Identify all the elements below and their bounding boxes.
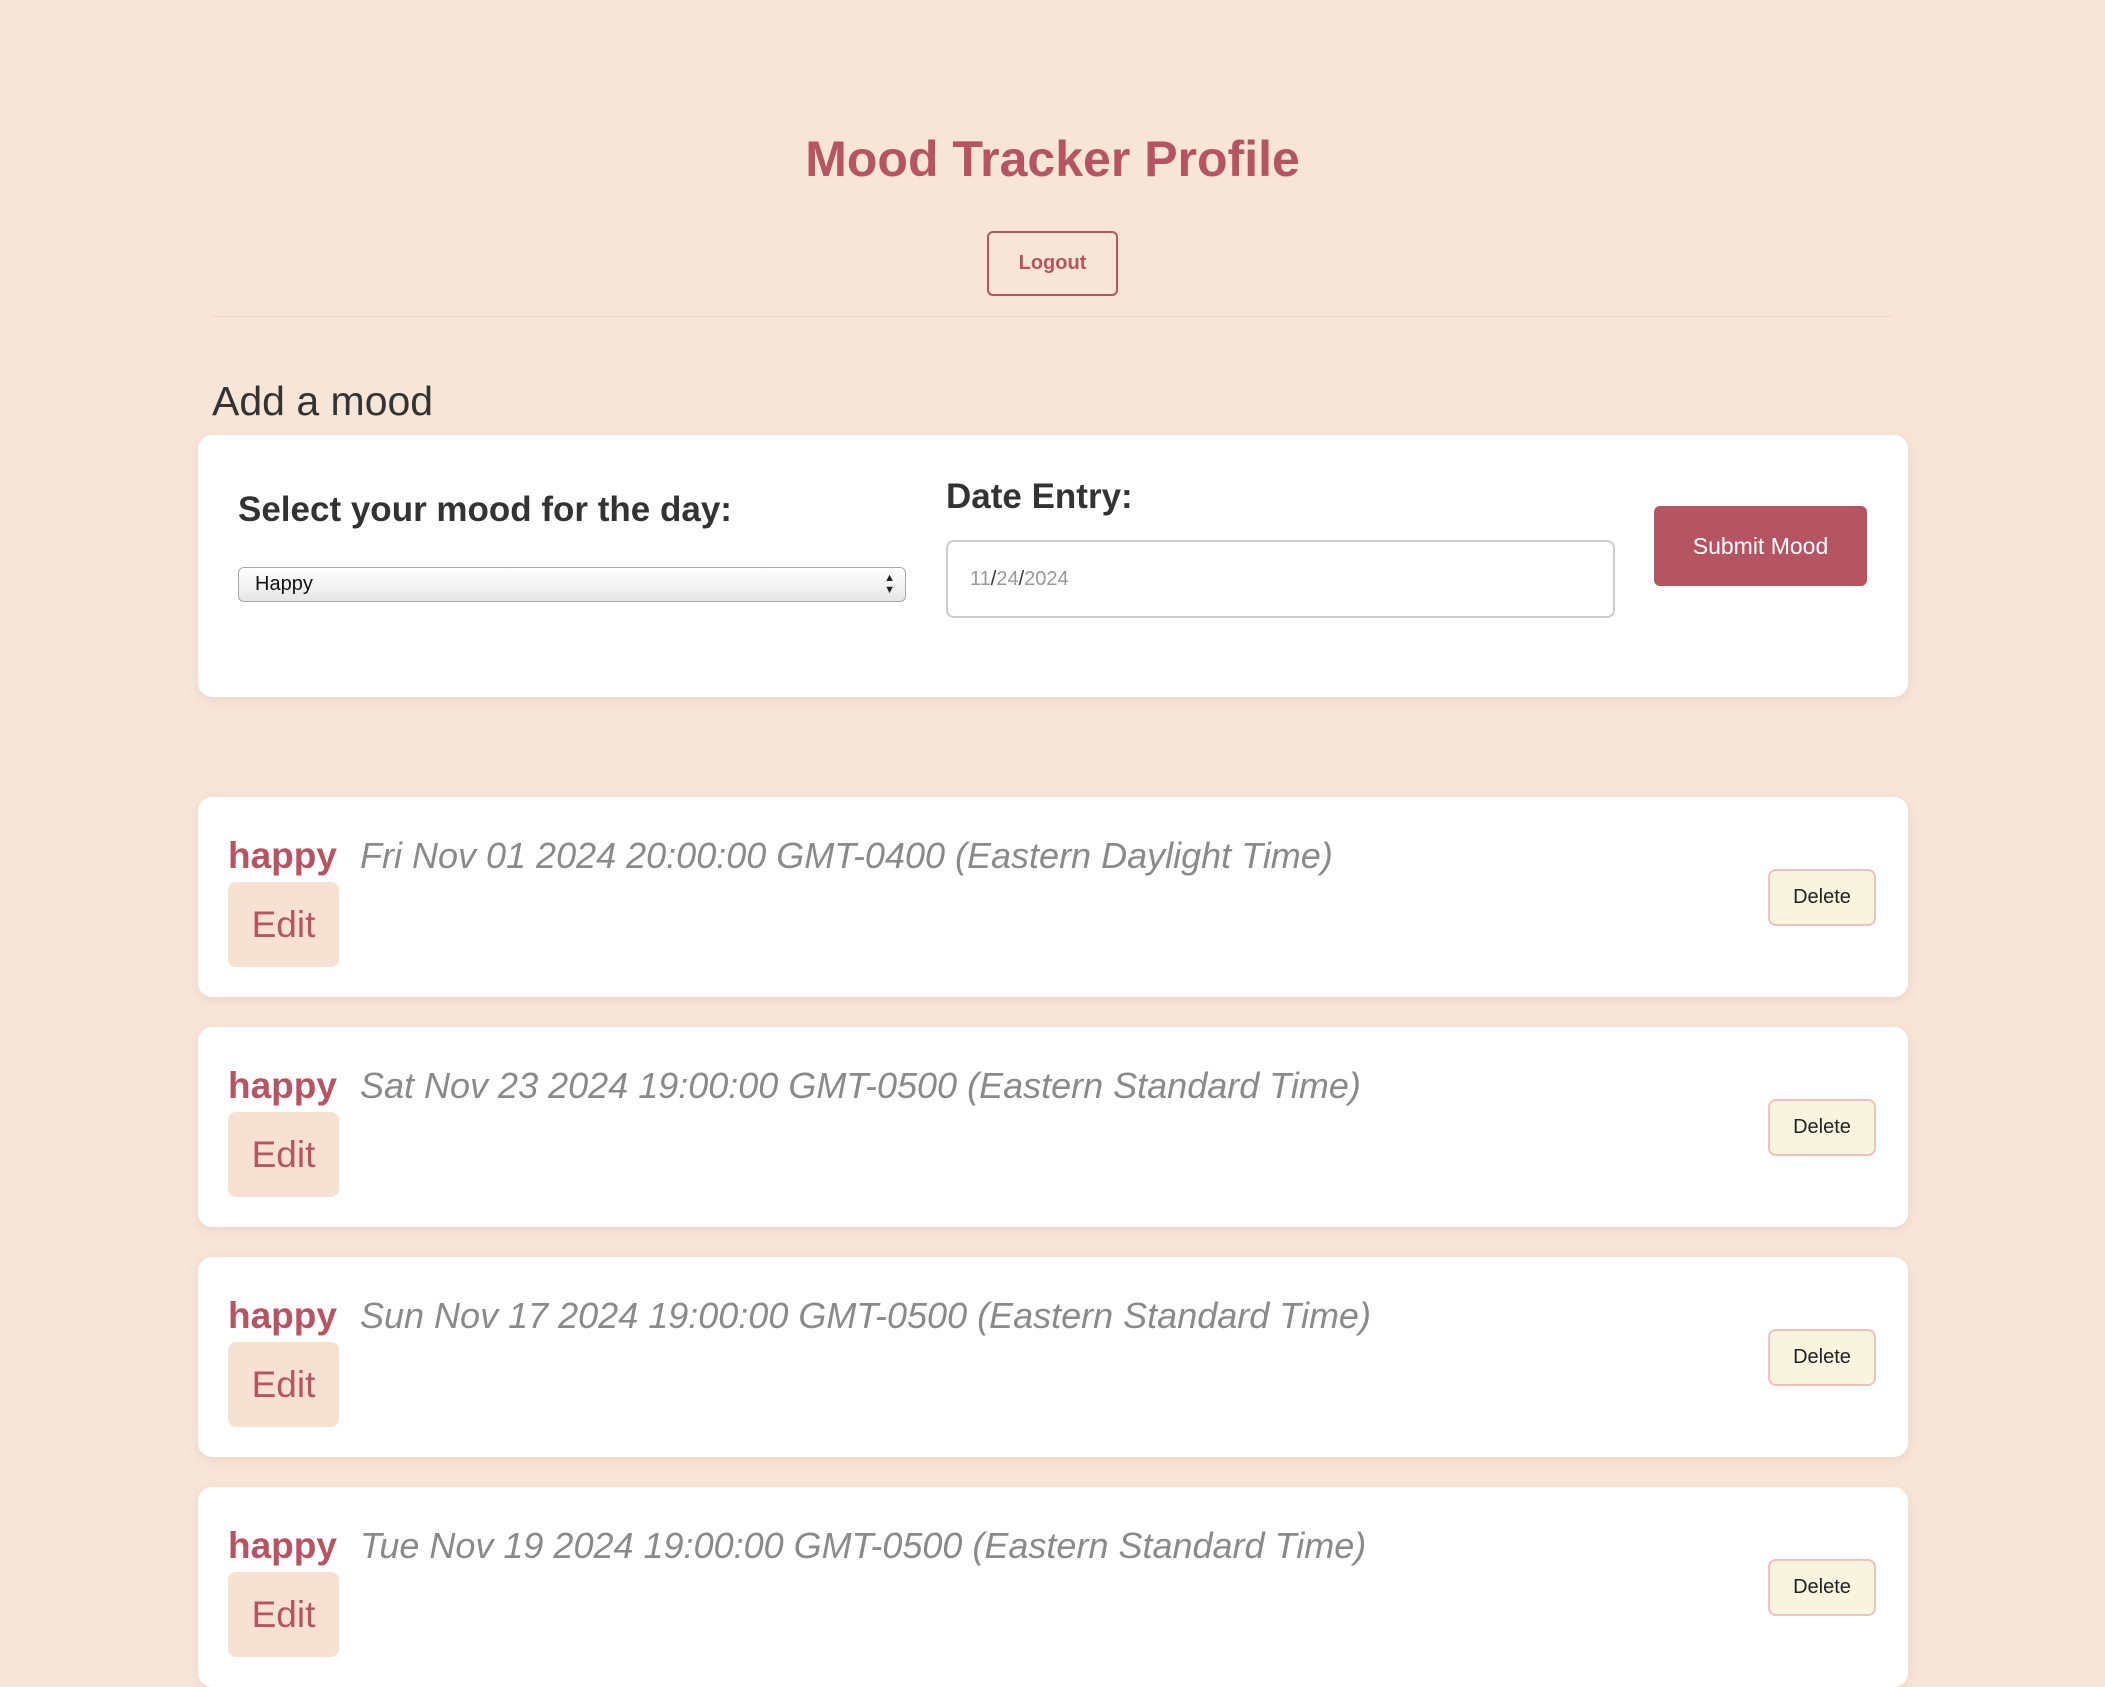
entry-date: Fri Nov 01 2024 20:00:00 GMT-0400 (Easte…: [360, 835, 1333, 876]
page-title: Mood Tracker Profile: [805, 131, 1300, 187]
mood-select[interactable]: Happy ▲ ▼: [238, 567, 906, 602]
mood-select-value: Happy: [255, 573, 313, 595]
edit-button[interactable]: Edit: [228, 1342, 339, 1427]
mood-entry: happy Sun Nov 17 2024 19:00:00 GMT-0500 …: [198, 1257, 1908, 1457]
date-day[interactable]: 24: [996, 568, 1018, 590]
add-mood-form: Select your mood for the day: Happy ▲ ▼ D…: [198, 435, 1908, 697]
edit-button[interactable]: Edit: [228, 1112, 339, 1197]
date-entry-input[interactable]: 11/24/2024: [946, 540, 1615, 618]
header-divider: [212, 316, 1892, 317]
logout-button[interactable]: Logout: [987, 231, 1118, 296]
entry-mood: happy: [228, 1295, 337, 1336]
edit-button[interactable]: Edit: [228, 882, 339, 967]
updown-arrows-icon: ▲ ▼: [884, 572, 895, 596]
date-month[interactable]: 11: [970, 568, 991, 590]
delete-button[interactable]: Delete: [1768, 869, 1876, 926]
delete-button[interactable]: Delete: [1768, 1559, 1876, 1616]
delete-button[interactable]: Delete: [1768, 1099, 1876, 1156]
date-entry-label: Date Entry:: [946, 477, 1133, 516]
entry-date: Sat Nov 23 2024 19:00:00 GMT-0500 (Easte…: [360, 1065, 1361, 1106]
add-mood-heading: Add a mood: [212, 378, 434, 424]
delete-button[interactable]: Delete: [1768, 1329, 1876, 1386]
mood-select-label: Select your mood for the day:: [238, 490, 732, 529]
profile-page: Mood Tracker Profile Logout Add a mood S…: [0, 0, 2105, 1687]
date-year[interactable]: 2024: [1024, 568, 1069, 590]
submit-mood-button[interactable]: Submit Mood: [1654, 506, 1867, 586]
entry-mood: happy: [228, 1525, 337, 1566]
entry-mood: happy: [228, 1065, 337, 1106]
mood-entry: happy Tue Nov 19 2024 19:00:00 GMT-0500 …: [198, 1487, 1908, 1687]
mood-entry: happy Fri Nov 01 2024 20:00:00 GMT-0400 …: [198, 797, 1908, 997]
entry-mood: happy: [228, 835, 337, 876]
mood-entry: happy Sat Nov 23 2024 19:00:00 GMT-0500 …: [198, 1027, 1908, 1227]
entry-date: Sun Nov 17 2024 19:00:00 GMT-0500 (Easte…: [360, 1295, 1371, 1336]
entry-date: Tue Nov 19 2024 19:00:00 GMT-0500 (Easte…: [360, 1525, 1367, 1566]
edit-button[interactable]: Edit: [228, 1572, 339, 1657]
